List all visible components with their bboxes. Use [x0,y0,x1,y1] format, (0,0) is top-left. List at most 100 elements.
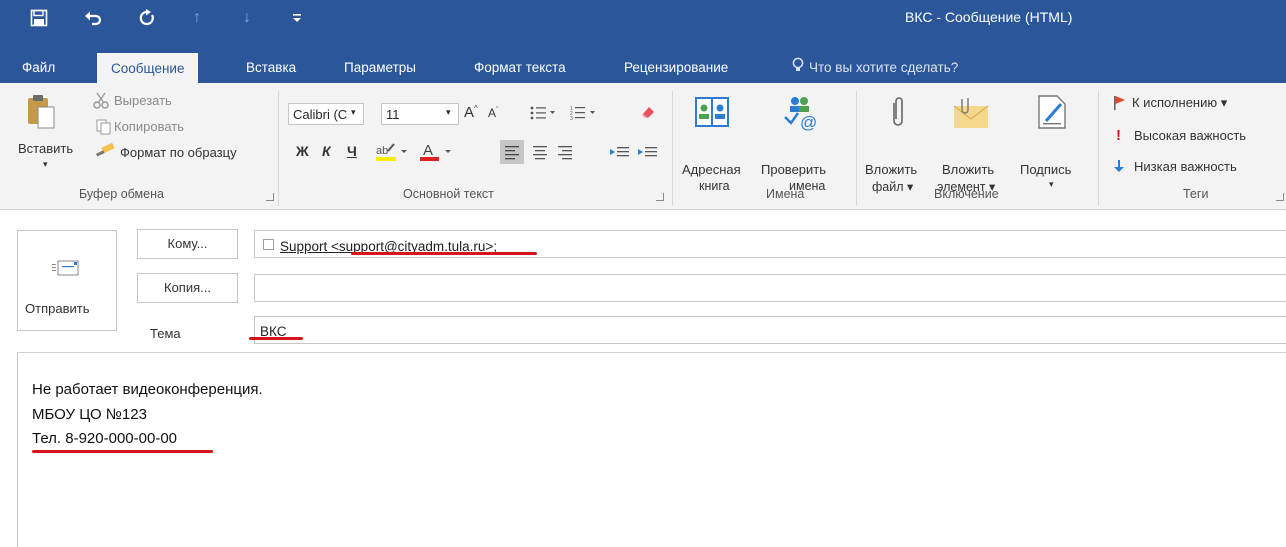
redo-icon[interactable] [130,3,164,33]
ribbon: Вставить ▾ Вырезать Копировать Формат по… [0,83,1286,210]
flag-icon [1113,95,1127,114]
body-line: МБОУ ЦО №123 [32,406,147,423]
tab-message[interactable]: Сообщение [97,53,199,85]
send-label: Отправить [25,301,90,316]
tags-launcher-icon[interactable] [1276,193,1284,201]
arrow-up-icon[interactable]: ↑ [180,3,214,33]
body-line: Не работает видеоконференция. [32,381,263,398]
basic-text-group-label: Основной текст [403,187,494,201]
high-importance-button[interactable]: Высокая важность [1134,128,1246,143]
tab-file[interactable]: Файл [22,52,55,83]
decrease-indent-icon[interactable] [608,140,630,167]
customize-qat-icon[interactable] [280,3,314,33]
body-line: Тел. 8-920-000-00-00 [32,430,177,447]
paste-icon[interactable] [26,94,56,133]
font-name-value: Calibri (С [293,107,348,122]
include-group-label: Включение [934,187,999,201]
shrink-font-button[interactable]: Aˇ [488,106,498,120]
quick-access-toolbar: ↑ ↓ [0,0,314,36]
red-underline-annotation [32,450,213,453]
window-title: ВКС - Сообщение (HTML) [905,9,1073,25]
format-painter-button[interactable]: Формат по образцу [120,145,237,160]
italic-button[interactable]: К [322,143,331,159]
clipboard-launcher-icon[interactable] [266,193,274,201]
tell-me-text: Что вы хотите сделать? [809,60,959,75]
title-bar: ↑ ↓ ВКС - Сообщение (HTML) [0,0,1286,52]
check-names-icon: @ [781,93,821,134]
group-separator [856,91,857,206]
font-size-value: 11 [386,107,400,122]
align-center-icon[interactable] [528,140,552,167]
ribbon-tabs: Файл Сообщение Вставка Параметры Формат … [0,52,1286,85]
scissors-icon [92,92,110,113]
copy-icon [96,119,112,138]
signature-dropdown-icon[interactable]: ▾ [1049,179,1054,190]
svg-text:3: 3 [570,116,573,120]
align-right-icon[interactable] [553,140,577,167]
copy-button[interactable]: Копировать [114,119,184,134]
tell-me-box[interactable]: Что вы хотите сделать? [792,52,958,83]
clear-formatting-icon[interactable] [640,104,656,123]
address-book-button[interactable]: Адресная [682,162,741,177]
tab-options[interactable]: Параметры [344,52,416,83]
names-group-label: Имена [766,187,805,201]
signature-icon [1037,94,1069,133]
tab-review[interactable]: Рецензирование [624,52,728,83]
subject-field[interactable] [254,316,1286,344]
high-importance-icon: ! [1116,127,1121,144]
attach-file-button-line2: файл ▾ [872,180,914,194]
low-importance-button[interactable]: Низкая важность [1134,159,1237,174]
svg-text:ab: ab [376,145,388,157]
attach-item-button[interactable]: Вложить [942,162,994,177]
subject-label: Тема [150,326,181,341]
send-icon [52,259,80,282]
paste-button[interactable]: Вставить [18,141,73,156]
attach-item-icon [950,96,990,133]
svg-text:@: @ [800,113,817,131]
paste-dropdown-icon[interactable]: ▾ [43,159,48,170]
format-painter-icon [93,142,115,164]
grow-font-button[interactable]: A^ [464,104,478,121]
follow-up-button[interactable]: К исполнению ▾ [1132,95,1227,111]
cut-button[interactable]: Вырезать [114,93,172,108]
send-button[interactable]: Отправить [17,230,117,331]
clipboard-group-label: Буфер обмена [79,187,164,201]
checkbox-icon [263,239,274,250]
to-button[interactable]: Кому... [137,229,238,259]
undo-icon[interactable] [76,3,110,33]
group-separator [1098,91,1099,206]
address-book-icon [694,95,730,132]
bullets-icon[interactable] [530,106,556,123]
font-size-box[interactable]: 11 ▾ [381,103,459,125]
address-book-button-line2: книга [699,179,730,193]
basic-text-launcher-icon[interactable] [656,193,664,201]
align-left-icon[interactable] [500,140,524,164]
tab-insert[interactable]: Вставка [246,52,296,83]
highlight-icon[interactable]: ab [376,141,412,166]
save-icon[interactable] [22,3,56,33]
chevron-down-icon: ▾ [351,107,356,117]
svg-text:A: A [423,142,433,159]
low-importance-icon [1113,159,1125,176]
cc-button[interactable]: Копия... [137,273,238,303]
group-separator [278,91,279,206]
bold-button[interactable]: Ж [296,143,309,159]
arrow-down-icon[interactable]: ↓ [230,3,264,33]
paperclip-icon [888,95,908,134]
font-color-icon[interactable]: A [420,141,456,166]
tab-format-text[interactable]: Формат текста [474,52,566,83]
group-separator [672,91,673,206]
underline-button[interactable]: Ч [347,143,357,159]
tags-group-label: Теги [1183,187,1209,201]
check-names-button[interactable]: Проверить [761,162,826,177]
increase-indent-icon[interactable] [636,140,658,167]
red-underline-annotation [249,337,303,340]
lightbulb-icon [792,53,804,84]
red-underline-annotation [351,252,537,255]
signature-button[interactable]: Подпись [1020,162,1071,177]
numbering-icon[interactable]: 123 [570,105,596,123]
cc-field[interactable] [254,274,1286,302]
attach-file-button[interactable]: Вложить [865,162,917,177]
chevron-down-icon: ▾ [446,107,451,117]
font-name-box[interactable]: Calibri (С ▾ [288,103,364,125]
